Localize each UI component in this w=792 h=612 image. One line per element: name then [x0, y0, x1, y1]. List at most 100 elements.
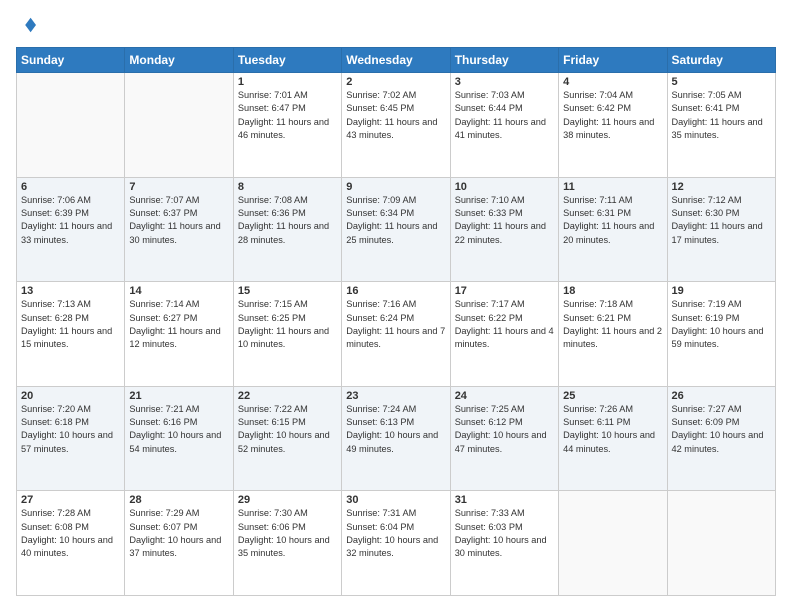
day-info: Sunrise: 7:05 AMSunset: 6:41 PMDaylight:… — [672, 89, 771, 142]
day-info: Sunrise: 7:22 AMSunset: 6:15 PMDaylight:… — [238, 403, 337, 456]
calendar-day-cell: 27Sunrise: 7:28 AMSunset: 6:08 PMDayligh… — [17, 491, 125, 596]
day-number: 28 — [129, 494, 228, 506]
day-number: 1 — [238, 76, 337, 88]
day-info: Sunrise: 7:07 AMSunset: 6:37 PMDaylight:… — [129, 194, 228, 247]
calendar-day-cell: 25Sunrise: 7:26 AMSunset: 6:11 PMDayligh… — [559, 386, 667, 491]
day-number: 25 — [563, 390, 662, 402]
calendar-day-cell: 19Sunrise: 7:19 AMSunset: 6:19 PMDayligh… — [667, 282, 775, 387]
calendar-day-cell: 6Sunrise: 7:06 AMSunset: 6:39 PMDaylight… — [17, 177, 125, 282]
calendar-day-cell: 10Sunrise: 7:10 AMSunset: 6:33 PMDayligh… — [450, 177, 558, 282]
day-info: Sunrise: 7:18 AMSunset: 6:21 PMDaylight:… — [563, 298, 662, 351]
day-info: Sunrise: 7:08 AMSunset: 6:36 PMDaylight:… — [238, 194, 337, 247]
day-number: 9 — [346, 181, 445, 193]
calendar-day-cell: 7Sunrise: 7:07 AMSunset: 6:37 PMDaylight… — [125, 177, 233, 282]
day-number: 21 — [129, 390, 228, 402]
day-number: 12 — [672, 181, 771, 193]
calendar-day-cell: 20Sunrise: 7:20 AMSunset: 6:18 PMDayligh… — [17, 386, 125, 491]
calendar-day-cell: 30Sunrise: 7:31 AMSunset: 6:04 PMDayligh… — [342, 491, 450, 596]
calendar-day-cell: 15Sunrise: 7:15 AMSunset: 6:25 PMDayligh… — [233, 282, 341, 387]
day-info: Sunrise: 7:02 AMSunset: 6:45 PMDaylight:… — [346, 89, 445, 142]
calendar-week-row: 27Sunrise: 7:28 AMSunset: 6:08 PMDayligh… — [17, 491, 776, 596]
day-info: Sunrise: 7:04 AMSunset: 6:42 PMDaylight:… — [563, 89, 662, 142]
calendar-day-cell: 13Sunrise: 7:13 AMSunset: 6:28 PMDayligh… — [17, 282, 125, 387]
calendar-day-cell — [125, 73, 233, 178]
day-info: Sunrise: 7:27 AMSunset: 6:09 PMDaylight:… — [672, 403, 771, 456]
day-info: Sunrise: 7:10 AMSunset: 6:33 PMDaylight:… — [455, 194, 554, 247]
day-number: 5 — [672, 76, 771, 88]
day-info: Sunrise: 7:13 AMSunset: 6:28 PMDaylight:… — [21, 298, 120, 351]
calendar-day-cell: 26Sunrise: 7:27 AMSunset: 6:09 PMDayligh… — [667, 386, 775, 491]
day-number: 31 — [455, 494, 554, 506]
day-number: 27 — [21, 494, 120, 506]
day-info: Sunrise: 7:03 AMSunset: 6:44 PMDaylight:… — [455, 89, 554, 142]
calendar-day-cell: 2Sunrise: 7:02 AMSunset: 6:45 PMDaylight… — [342, 73, 450, 178]
calendar-day-cell: 31Sunrise: 7:33 AMSunset: 6:03 PMDayligh… — [450, 491, 558, 596]
day-number: 24 — [455, 390, 554, 402]
day-number: 18 — [563, 285, 662, 297]
day-info: Sunrise: 7:09 AMSunset: 6:34 PMDaylight:… — [346, 194, 445, 247]
calendar-day-cell: 8Sunrise: 7:08 AMSunset: 6:36 PMDaylight… — [233, 177, 341, 282]
day-number: 22 — [238, 390, 337, 402]
day-number: 17 — [455, 285, 554, 297]
day-info: Sunrise: 7:24 AMSunset: 6:13 PMDaylight:… — [346, 403, 445, 456]
calendar-day-cell: 16Sunrise: 7:16 AMSunset: 6:24 PMDayligh… — [342, 282, 450, 387]
day-number: 19 — [672, 285, 771, 297]
day-number: 11 — [563, 181, 662, 193]
day-info: Sunrise: 7:28 AMSunset: 6:08 PMDaylight:… — [21, 507, 120, 560]
page: SundayMondayTuesdayWednesdayThursdayFrid… — [0, 0, 792, 612]
weekday-header-sunday: Sunday — [17, 48, 125, 73]
calendar-day-cell: 28Sunrise: 7:29 AMSunset: 6:07 PMDayligh… — [125, 491, 233, 596]
day-number: 14 — [129, 285, 228, 297]
day-info: Sunrise: 7:30 AMSunset: 6:06 PMDaylight:… — [238, 507, 337, 560]
calendar-day-cell: 12Sunrise: 7:12 AMSunset: 6:30 PMDayligh… — [667, 177, 775, 282]
calendar-day-cell: 9Sunrise: 7:09 AMSunset: 6:34 PMDaylight… — [342, 177, 450, 282]
day-number: 4 — [563, 76, 662, 88]
calendar-day-cell — [667, 491, 775, 596]
day-info: Sunrise: 7:01 AMSunset: 6:47 PMDaylight:… — [238, 89, 337, 142]
day-number: 26 — [672, 390, 771, 402]
day-info: Sunrise: 7:15 AMSunset: 6:25 PMDaylight:… — [238, 298, 337, 351]
calendar-day-cell: 21Sunrise: 7:21 AMSunset: 6:16 PMDayligh… — [125, 386, 233, 491]
calendar-week-row: 6Sunrise: 7:06 AMSunset: 6:39 PMDaylight… — [17, 177, 776, 282]
calendar-day-cell: 11Sunrise: 7:11 AMSunset: 6:31 PMDayligh… — [559, 177, 667, 282]
calendar-day-cell: 22Sunrise: 7:22 AMSunset: 6:15 PMDayligh… — [233, 386, 341, 491]
weekday-header-friday: Friday — [559, 48, 667, 73]
day-number: 20 — [21, 390, 120, 402]
day-info: Sunrise: 7:16 AMSunset: 6:24 PMDaylight:… — [346, 298, 445, 351]
calendar-week-row: 20Sunrise: 7:20 AMSunset: 6:18 PMDayligh… — [17, 386, 776, 491]
calendar-day-cell: 24Sunrise: 7:25 AMSunset: 6:12 PMDayligh… — [450, 386, 558, 491]
weekday-header-tuesday: Tuesday — [233, 48, 341, 73]
calendar-day-cell: 23Sunrise: 7:24 AMSunset: 6:13 PMDayligh… — [342, 386, 450, 491]
logo — [16, 16, 36, 39]
day-info: Sunrise: 7:12 AMSunset: 6:30 PMDaylight:… — [672, 194, 771, 247]
calendar-day-cell: 4Sunrise: 7:04 AMSunset: 6:42 PMDaylight… — [559, 73, 667, 178]
day-number: 23 — [346, 390, 445, 402]
calendar-day-cell: 18Sunrise: 7:18 AMSunset: 6:21 PMDayligh… — [559, 282, 667, 387]
calendar-day-cell — [17, 73, 125, 178]
calendar-day-cell: 5Sunrise: 7:05 AMSunset: 6:41 PMDaylight… — [667, 73, 775, 178]
calendar-day-cell: 14Sunrise: 7:14 AMSunset: 6:27 PMDayligh… — [125, 282, 233, 387]
weekday-header-saturday: Saturday — [667, 48, 775, 73]
weekday-header-row: SundayMondayTuesdayWednesdayThursdayFrid… — [17, 48, 776, 73]
day-number: 2 — [346, 76, 445, 88]
weekday-header-wednesday: Wednesday — [342, 48, 450, 73]
calendar-day-cell — [559, 491, 667, 596]
calendar-week-row: 13Sunrise: 7:13 AMSunset: 6:28 PMDayligh… — [17, 282, 776, 387]
day-info: Sunrise: 7:20 AMSunset: 6:18 PMDaylight:… — [21, 403, 120, 456]
day-info: Sunrise: 7:21 AMSunset: 6:16 PMDaylight:… — [129, 403, 228, 456]
day-number: 29 — [238, 494, 337, 506]
day-number: 7 — [129, 181, 228, 193]
day-info: Sunrise: 7:25 AMSunset: 6:12 PMDaylight:… — [455, 403, 554, 456]
day-info: Sunrise: 7:29 AMSunset: 6:07 PMDaylight:… — [129, 507, 228, 560]
calendar-day-cell: 29Sunrise: 7:30 AMSunset: 6:06 PMDayligh… — [233, 491, 341, 596]
weekday-header-monday: Monday — [125, 48, 233, 73]
day-info: Sunrise: 7:33 AMSunset: 6:03 PMDaylight:… — [455, 507, 554, 560]
day-info: Sunrise: 7:31 AMSunset: 6:04 PMDaylight:… — [346, 507, 445, 560]
day-number: 3 — [455, 76, 554, 88]
calendar-table: SundayMondayTuesdayWednesdayThursdayFrid… — [16, 47, 776, 596]
day-info: Sunrise: 7:26 AMSunset: 6:11 PMDaylight:… — [563, 403, 662, 456]
calendar-day-cell: 3Sunrise: 7:03 AMSunset: 6:44 PMDaylight… — [450, 73, 558, 178]
day-info: Sunrise: 7:14 AMSunset: 6:27 PMDaylight:… — [129, 298, 228, 351]
day-number: 15 — [238, 285, 337, 297]
logo-icon — [18, 16, 36, 34]
